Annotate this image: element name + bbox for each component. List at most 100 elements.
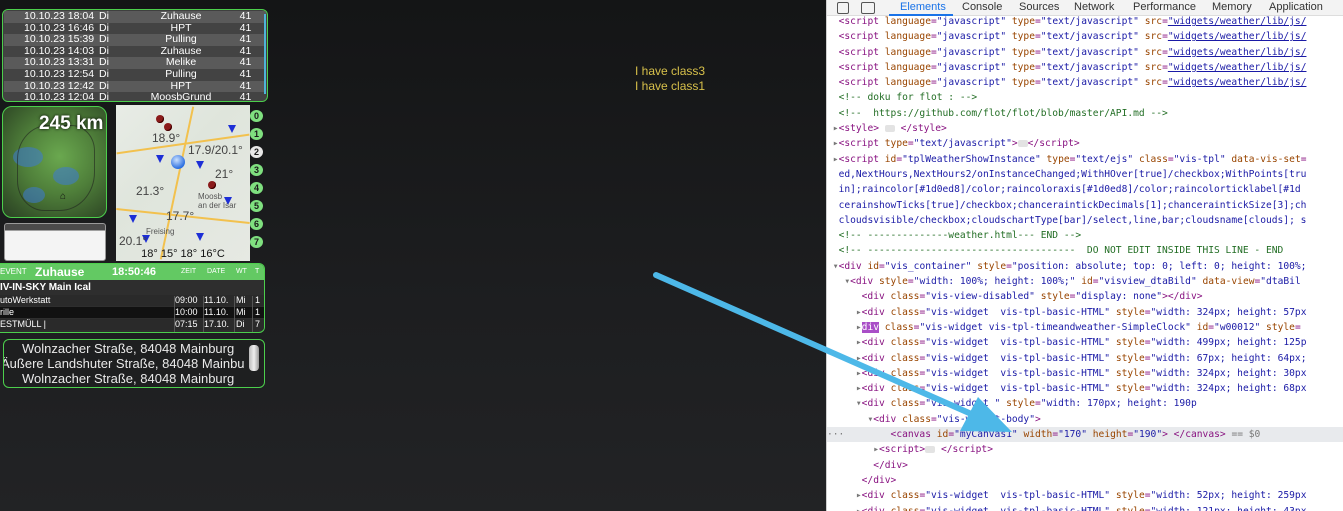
history-cell: 41 <box>225 92 266 101</box>
map-temp: 21.3° <box>136 184 165 198</box>
tab-memory[interactable]: Memory <box>1212 1 1252 13</box>
calendar-subtitle: IV-IN-SKY Main Ical <box>0 282 91 293</box>
address-widget: Wolnzacher Straße, 84048 Mainburg Äußere… <box>3 339 265 388</box>
weather-map-widget[interactable]: 18.9° 17.9/20.1° 21.3° 21° 17.7° 20.1° M… <box>116 105 250 261</box>
map-temp: 17.7° <box>166 209 195 223</box>
history-cell: 10.10.23 18:04 <box>4 10 99 23</box>
page-button-4[interactable]: 4 <box>250 182 263 194</box>
calendar-t-header: T <box>255 268 260 275</box>
history-cell: MoosbGrund <box>137 92 225 101</box>
radar-distance: 245 km <box>39 113 104 134</box>
map-temperature-footer: 18° 15° 18° 16°C <box>141 248 225 260</box>
dom-node-selected[interactable]: ··· <canvas id="myCanvas1" width="170" h… <box>827 427 1343 443</box>
presence-history-widget: 10.10.23 18:04 Di Zuhause 41 10.10.23 16:46 D… <box>2 9 268 102</box>
calendar-row[interactable]: rille 10:00 11.10. Mi 1 <box>0 307 264 318</box>
dom-node[interactable]: ▸<div class="vis-widget vis-tpl-basic-HT… <box>827 335 1343 350</box>
history-row[interactable]: 10.10.23 18:04 Di Zuhause 41 <box>4 10 266 23</box>
dom-node[interactable]: <script language="javascript" type="text… <box>827 75 1343 90</box>
dom-node[interactable]: <script language="javascript" type="text… <box>827 60 1343 75</box>
calendar-row[interactable]: utoWerkstatt 09:00 11.10. Mi 1 <box>0 295 264 306</box>
tab-elements[interactable]: Elements <box>900 1 946 13</box>
dom-node[interactable]: cerainshowTicks[true]/checkbox;chancerai… <box>827 198 1343 213</box>
dom-node[interactable]: ▸<div class="vis-widget vis-tpl-basic-HT… <box>827 305 1343 320</box>
dom-node[interactable]: ▸div class="vis-widget vis-tpl-timeandwe… <box>827 320 1343 335</box>
dom-node[interactable]: ▸<style> </style> <box>827 121 1343 136</box>
dom-node[interactable]: ▸<div class="vis-widget vis-tpl-basic-HT… <box>827 381 1343 396</box>
dom-node[interactable]: <!-- doku for flot : --> <box>827 90 1343 105</box>
calendar-date-header: DATE <box>207 268 226 275</box>
tab-application[interactable]: Application <box>1269 1 1323 13</box>
map-temp: 18.9° <box>152 131 181 145</box>
dom-node[interactable]: cloudsvisible/checkbox;cloudschartType[b… <box>827 213 1343 228</box>
address-line: Äußere Landshuter Straße, 84048 Mainbu <box>3 356 245 371</box>
dom-node[interactable]: ▾<div class="vis-widget-body"> <box>827 412 1343 427</box>
page-button-0[interactable]: 0 <box>250 110 263 122</box>
history-cell: Di <box>99 68 137 81</box>
dom-node[interactable]: in];raincolor[#1d0ed8]/color;raincolorax… <box>827 182 1343 197</box>
weather-station-marker[interactable] <box>164 123 172 131</box>
map-temp: 21° <box>215 167 234 181</box>
inspect-element-icon[interactable] <box>837 2 849 14</box>
dom-node[interactable]: <!-- https://github.com/flot/flot/blob/m… <box>827 106 1343 121</box>
vis-dashboard: 10.10.23 18:04 Di Zuhause 41 10.10.23 16:46 D… <box>0 0 826 511</box>
calendar-location: Zuhause <box>35 265 85 279</box>
address-line: Wolnzacher Straße, 84048 Mainburg <box>22 341 235 356</box>
tab-console[interactable]: Console <box>962 1 1002 13</box>
map-town: Moosb <box>198 192 223 201</box>
rain-marker-icon <box>196 233 204 241</box>
class-text-line: I have class1 <box>635 79 706 93</box>
dom-node[interactable]: ▸<script> </script> <box>827 442 1343 457</box>
dom-node[interactable]: ▸<div class="vis-widget vis-tpl-basic-HT… <box>827 351 1343 366</box>
dom-node[interactable]: ed,NextHours,NextHours2/onInstanceChange… <box>827 167 1343 182</box>
dom-node[interactable]: ▸<script type="text/javascript"> </script… <box>827 136 1343 151</box>
dom-node[interactable]: ▾<div class="vis-widget " style="width: … <box>827 396 1343 411</box>
history-row[interactable]: 10.10.23 12:04 Di MoosbGrund 41 <box>4 92 266 101</box>
page-button-3[interactable]: 3 <box>250 164 263 176</box>
address-scroll-knob[interactable] <box>249 345 259 371</box>
dom-node[interactable]: <!-- -----------------------------------… <box>827 243 1343 258</box>
dom-node[interactable]: <script language="javascript" type="text… <box>827 45 1343 60</box>
page-button-7[interactable]: 7 <box>250 236 263 248</box>
dom-node[interactable]: </div> <box>827 458 1343 473</box>
page-button-6[interactable]: 6 <box>250 218 263 230</box>
class-text-line: I have class3 <box>635 64 706 78</box>
dom-node[interactable]: <script language="javascript" type="text… <box>827 29 1343 44</box>
dom-node[interactable]: <div class="vis-view-disabled" style="di… <box>827 289 1343 304</box>
history-cell: Zuhause <box>137 10 225 23</box>
tab-performance[interactable]: Performance <box>1133 1 1196 13</box>
presence-history-table: 10.10.23 18:04 Di Zuhause 41 10.10.23 16:46 D… <box>4 10 266 101</box>
page-button-2[interactable]: 2 <box>250 146 263 158</box>
dom-node[interactable]: ▾<div style="width: 100%; height: 100%;"… <box>827 274 1343 289</box>
rain-radar-widget[interactable]: 245 km ⌂ <box>2 106 107 218</box>
weather-station-marker[interactable] <box>156 115 164 123</box>
tab-sources[interactable]: Sources <box>1019 1 1059 13</box>
rain-marker-icon <box>129 215 137 223</box>
dom-node[interactable]: ▾<div id="vis_container" style="position… <box>827 259 1343 274</box>
history-cell: 41 <box>225 68 266 81</box>
history-cell: Di <box>99 10 137 23</box>
dom-node[interactable]: ▸<script id="tplWeatherShowInstance" typ… <box>827 152 1343 167</box>
dom-tree: <script language="javascript" type="text… <box>827 14 1343 511</box>
page-button-1[interactable]: 1 <box>250 128 263 140</box>
history-cell: 10.10.23 12:04 <box>4 92 99 101</box>
dom-node[interactable]: <!-- --------------weather.html--- END -… <box>827 228 1343 243</box>
dom-node[interactable]: </div> <box>827 473 1343 488</box>
weather-station-marker[interactable] <box>208 181 216 189</box>
column-divider <box>174 296 175 332</box>
dom-node[interactable]: ▸<div class="vis-widget vis-tpl-basic-HT… <box>827 504 1343 511</box>
calendar-clock: 18:50:46 <box>112 266 157 278</box>
rain-marker-icon <box>156 155 164 163</box>
map-town: an der Isar <box>198 201 237 210</box>
map-town: Freising <box>146 227 175 236</box>
calendar-event-header: EVENT <box>0 267 27 276</box>
page-button-5[interactable]: 5 <box>250 200 263 212</box>
history-row[interactable]: 10.10.23 12:54 Di Pulling 41 <box>4 68 266 81</box>
dom-node[interactable]: ▸<div class="vis-widget vis-tpl-basic-HT… <box>827 366 1343 381</box>
device-toolbar-icon[interactable] <box>861 2 875 14</box>
rain-marker-icon <box>228 125 236 133</box>
history-scrollbar[interactable] <box>264 14 266 94</box>
dom-node[interactable]: <script language="javascript" type="text… <box>827 14 1343 29</box>
tab-network[interactable]: Network <box>1074 1 1114 13</box>
calendar-row[interactable]: ESTMÜLL | 07:15 17.10. Di 7 <box>0 319 264 330</box>
dom-node[interactable]: ▸<div class="vis-widget vis-tpl-basic-HT… <box>827 488 1343 503</box>
